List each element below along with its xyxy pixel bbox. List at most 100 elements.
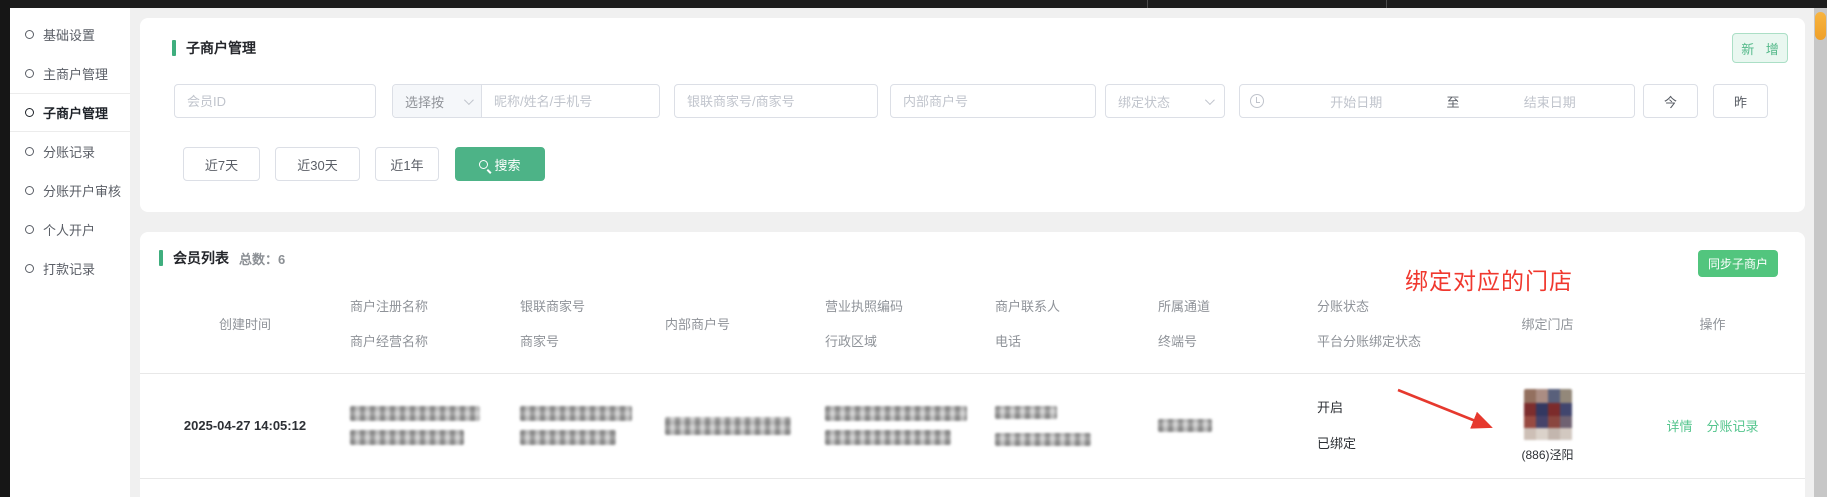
- nickname-group: 选择按: [392, 84, 660, 118]
- store-caption: (886)泾阳: [1521, 446, 1573, 463]
- redacted-text: [350, 430, 464, 445]
- sidebar-item-label: 分账记录: [43, 142, 95, 161]
- window-left-edge: [0, 0, 10, 497]
- split-records-link[interactable]: 分账记录: [1707, 416, 1759, 435]
- sidebar-item-label: 分账开户审核: [43, 181, 121, 200]
- internal-merchant-input[interactable]: [891, 85, 1095, 117]
- unionpay-field-wrap: [674, 84, 878, 118]
- today-button[interactable]: 今: [1643, 84, 1698, 118]
- cell-created-at: 2025-04-27 14:05:12: [160, 373, 330, 478]
- add-button[interactable]: 新 增: [1732, 33, 1788, 63]
- sidebar-item-label: 基础设置: [43, 25, 95, 44]
- sync-sub-merchant-button[interactable]: 同步子商户: [1698, 250, 1778, 277]
- date-to-label: 至: [1441, 92, 1466, 111]
- redacted-text: [665, 417, 791, 435]
- date-range-picker[interactable]: 开始日期 至 结束日期: [1239, 84, 1635, 118]
- select-by-dropdown[interactable]: 选择按: [393, 85, 482, 117]
- internal-field-wrap: [890, 84, 1096, 118]
- sidebar-item-payout-records[interactable]: 打款记录: [10, 249, 130, 288]
- end-date-placeholder: 结束日期: [1466, 92, 1635, 111]
- page-scrollbar[interactable]: [1814, 8, 1827, 497]
- col-header-internal-no: 内部商户号: [645, 296, 810, 352]
- redacted-text: [520, 430, 616, 445]
- title-accent-bar: [172, 40, 176, 56]
- col-header-unionpay-no: 银联商家号 商家号: [505, 296, 645, 352]
- range-7days-button[interactable]: 近7天: [183, 147, 260, 181]
- store-thumbnail-image[interactable]: [1524, 389, 1572, 441]
- unionpay-merchant-input[interactable]: [675, 85, 877, 117]
- clock-icon: [1250, 94, 1264, 108]
- total-count-label: 总数：6: [239, 249, 285, 268]
- platform-bind-status-value: 已绑定: [1317, 435, 1460, 453]
- range-30days-button[interactable]: 近30天: [275, 147, 360, 181]
- redacted-text: [825, 406, 967, 421]
- sidebar-item-personal-account[interactable]: 个人开户: [10, 210, 130, 249]
- table-row: 2025-04-27 14:05:12 开启 已绑定: [160, 373, 1790, 478]
- range-1year-button[interactable]: 近1年: [375, 147, 439, 181]
- member-id-input[interactable]: [175, 85, 375, 117]
- chevron-down-icon: [1205, 95, 1215, 105]
- nickname-input[interactable]: [482, 85, 659, 117]
- radio-circle-icon: [25, 69, 34, 78]
- radio-circle-icon: [25, 225, 34, 234]
- col-header-created-at: 创建时间: [160, 296, 330, 352]
- start-date-placeholder: 开始日期: [1272, 92, 1441, 111]
- sidebar-item-sub-merchant[interactable]: 子商户管理: [10, 93, 130, 132]
- search-button[interactable]: 搜索: [455, 147, 545, 181]
- sidebar-item-split-account-audit[interactable]: 分账开户审核: [10, 171, 130, 210]
- sidebar-item-label: 主商户管理: [43, 64, 108, 83]
- sidebar-item-label: 打款记录: [43, 259, 95, 278]
- title-accent-bar: [159, 250, 163, 266]
- cell-actions: 详情 分账记录: [1635, 373, 1790, 478]
- col-header-split-status: 分账状态 平台分账绑定状态: [1305, 296, 1460, 352]
- col-header-bound-store: 绑定门店: [1460, 296, 1635, 352]
- chevron-down-icon: [464, 95, 474, 105]
- table-row-divider: [140, 478, 1805, 479]
- cell-unionpay-no-redacted: [505, 373, 645, 478]
- search-icon: [479, 160, 488, 169]
- redacted-text: [825, 430, 951, 445]
- topbar-separator: [1147, 0, 1148, 8]
- radio-circle-icon: [25, 147, 34, 156]
- select-by-label: 选择按: [405, 92, 444, 111]
- list-title: 会员列表 总数：6: [159, 248, 285, 268]
- table-header: 创建时间 商户注册名称 商户经营名称 银联商家号 商家号 内部商户号 营业执照编…: [160, 296, 1790, 352]
- scrollbar-thumb[interactable]: [1815, 12, 1826, 40]
- cell-register-name-redacted: [330, 373, 505, 478]
- bind-status-placeholder: 绑定状态: [1118, 92, 1170, 111]
- browser-top-bar: [0, 0, 1827, 8]
- sidebar-item-split-records[interactable]: 分账记录: [10, 132, 130, 171]
- cell-internal-no-redacted: [645, 373, 810, 478]
- sidebar-item-basic-settings[interactable]: 基础设置: [10, 15, 130, 54]
- sidebar-item-label: 个人开户: [43, 220, 95, 239]
- col-header-contact: 商户联系人 电话: [985, 296, 1145, 352]
- member-list-panel: 会员列表 总数：6 同步子商户 绑定对应的门店 创建时间 商户注册名称 商户经营…: [140, 232, 1805, 497]
- col-header-actions: 操作: [1635, 296, 1790, 352]
- split-status-value: 开启: [1317, 399, 1460, 417]
- panel-title: 子商户管理: [172, 38, 256, 58]
- yesterday-button[interactable]: 昨: [1713, 84, 1768, 118]
- cell-channel-redacted: [1145, 373, 1305, 478]
- detail-link[interactable]: 详情: [1666, 416, 1692, 435]
- filters-panel: 子商户管理 新 增 选择按 绑定状态 开始日期 至 结束日期 今 昨 近7天 近…: [140, 18, 1805, 212]
- sidebar-item-main-merchant[interactable]: 主商户管理: [10, 54, 130, 93]
- sidebar: 基础设置 主商户管理 子商户管理 分账记录 分账开户审核 个人开户 打款记录: [10, 8, 130, 497]
- search-button-label: 搜索: [494, 155, 520, 174]
- radio-circle-icon: [25, 108, 34, 117]
- topbar-separator: [1386, 0, 1387, 8]
- col-header-register-name: 商户注册名称 商户经营名称: [330, 296, 505, 352]
- redacted-text: [995, 433, 1091, 446]
- redacted-text: [520, 406, 632, 421]
- radio-circle-icon: [25, 264, 34, 273]
- bind-status-dropdown[interactable]: 绑定状态: [1105, 84, 1225, 118]
- sidebar-item-label: 子商户管理: [43, 103, 108, 122]
- col-header-channel: 所属通道 终端号: [1145, 296, 1305, 352]
- radio-circle-icon: [25, 186, 34, 195]
- list-title-text: 会员列表: [173, 248, 229, 268]
- red-annotation-text: 绑定对应的门店: [1405, 262, 1573, 296]
- member-id-field-wrap: [174, 84, 376, 118]
- col-header-license-code: 营业执照编码 行政区域: [810, 296, 985, 352]
- redacted-text: [1158, 419, 1212, 432]
- cell-split-status: 开启 已绑定: [1305, 373, 1460, 478]
- cell-contact-redacted: [985, 373, 1145, 478]
